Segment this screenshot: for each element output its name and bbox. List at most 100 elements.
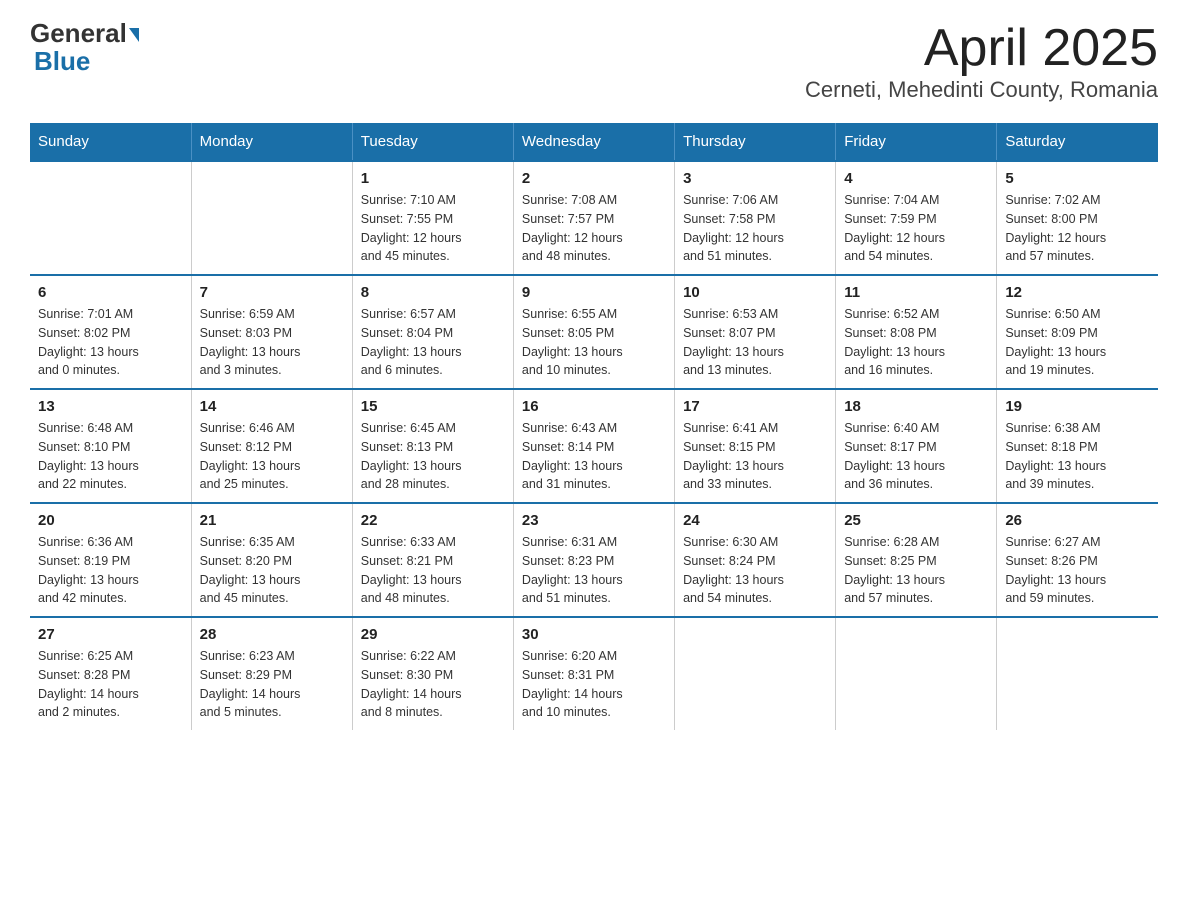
day-info: Sunrise: 7:04 AM Sunset: 7:59 PM Dayligh… [844,191,988,266]
day-info: Sunrise: 7:10 AM Sunset: 7:55 PM Dayligh… [361,191,505,266]
day-of-week-sunday: Sunday [30,123,191,161]
day-of-week-friday: Friday [836,123,997,161]
day-number: 2 [522,170,666,187]
day-number: 10 [683,284,827,301]
calendar-cell: 19 Sunrise: 6:38 AM Sunset: 8:18 PM Dayli… [997,389,1158,503]
day-number: 30 [522,626,666,643]
day-of-week-tuesday: Tuesday [352,123,513,161]
day-info: Sunrise: 6:20 AM Sunset: 8:31 PM Dayligh… [522,647,666,722]
week-row: 20Sunrise: 6:36 AM Sunset: 8:19 PM Dayli… [30,503,1158,617]
calendar-cell [675,617,836,730]
calendar-cell: 20Sunrise: 6:36 AM Sunset: 8:19 PM Dayli… [30,503,191,617]
day-number: 6 [38,284,183,301]
day-number: 24 [683,512,827,529]
day-info: Sunrise: 6:28 AM Sunset: 8:25 PM Dayligh… [844,533,988,608]
day-info: Sunrise: 6:38 AM Sunset: 8:18 PM Dayligh… [1005,419,1150,494]
day-number: 5 [1005,170,1150,187]
calendar-cell: 18Sunrise: 6:40 AM Sunset: 8:17 PM Dayli… [836,389,997,503]
calendar-cell: 15Sunrise: 6:45 AM Sunset: 8:13 PM Dayli… [352,389,513,503]
calendar-cell: 6 Sunrise: 7:01 AM Sunset: 8:02 PM Daylig… [30,275,191,389]
day-number: 18 [844,398,988,415]
day-info: Sunrise: 6:48 AM Sunset: 8:10 PM Dayligh… [38,419,183,494]
day-info: Sunrise: 6:43 AM Sunset: 8:14 PM Dayligh… [522,419,666,494]
page-subtitle: Cerneti, Mehedinti County, Romania [805,77,1158,103]
page-header: General Blue April 2025 Cerneti, Mehedin… [30,20,1158,103]
day-number: 19 [1005,398,1150,415]
calendar-cell: 10 Sunrise: 6:53 AM Sunset: 8:07 PM Dayli… [675,275,836,389]
day-number: 9 [522,284,666,301]
calendar-cell [836,617,997,730]
day-info: Sunrise: 6:31 AM Sunset: 8:23 PM Dayligh… [522,533,666,608]
day-number: 26 [1005,512,1150,529]
day-info: Sunrise: 6:55 AM Sunset: 8:05 PM Dayligh… [522,305,666,380]
day-info: Sunrise: 7:08 AM Sunset: 7:57 PM Dayligh… [522,191,666,266]
day-info: Sunrise: 6:50 AM Sunset: 8:09 PM Dayligh… [1005,305,1150,380]
calendar-cell: 3 Sunrise: 7:06 AM Sunset: 7:58 PM Daylig… [675,161,836,275]
days-of-week-row: SundayMondayTuesdayWednesdayThursdayFrid… [30,123,1158,161]
day-number: 11 [844,284,988,301]
day-of-week-saturday: Saturday [997,123,1158,161]
day-of-week-monday: Monday [191,123,352,161]
day-number: 12 [1005,284,1150,301]
calendar-cell: 28 Sunrise: 6:23 AM Sunset: 8:29 PM Dayli… [191,617,352,730]
calendar-body: 1 Sunrise: 7:10 AM Sunset: 7:55 PM Daylig… [30,161,1158,730]
day-info: Sunrise: 6:27 AM Sunset: 8:26 PM Dayligh… [1005,533,1150,608]
day-number: 20 [38,512,183,529]
day-info: Sunrise: 6:53 AM Sunset: 8:07 PM Dayligh… [683,305,827,380]
day-number: 14 [200,398,344,415]
logo-arrow-icon [129,28,139,42]
calendar-table: SundayMondayTuesdayWednesdayThursdayFrid… [30,123,1158,730]
calendar-cell: 23Sunrise: 6:31 AM Sunset: 8:23 PM Dayli… [513,503,674,617]
calendar-cell: 14Sunrise: 6:46 AM Sunset: 8:12 PM Dayli… [191,389,352,503]
calendar-cell: 12 Sunrise: 6:50 AM Sunset: 8:09 PM Dayli… [997,275,1158,389]
calendar-cell: 1 Sunrise: 7:10 AM Sunset: 7:55 PM Daylig… [352,161,513,275]
calendar-cell: 4Sunrise: 7:04 AM Sunset: 7:59 PM Daylig… [836,161,997,275]
day-number: 16 [522,398,666,415]
calendar-cell: 25 Sunrise: 6:28 AM Sunset: 8:25 PM Dayli… [836,503,997,617]
page-title: April 2025 [805,20,1158,77]
calendar-cell: 24 Sunrise: 6:30 AM Sunset: 8:24 PM Dayli… [675,503,836,617]
week-row: 13 Sunrise: 6:48 AM Sunset: 8:10 PM Dayli… [30,389,1158,503]
day-number: 3 [683,170,827,187]
calendar-cell: 17 Sunrise: 6:41 AM Sunset: 8:15 PM Dayli… [675,389,836,503]
calendar-cell: 29Sunrise: 6:22 AM Sunset: 8:30 PM Dayli… [352,617,513,730]
day-info: Sunrise: 6:57 AM Sunset: 8:04 PM Dayligh… [361,305,505,380]
logo-blue-text: Blue [30,46,90,77]
calendar-cell: 27 Sunrise: 6:25 AM Sunset: 8:28 PM Dayli… [30,617,191,730]
day-info: Sunrise: 6:22 AM Sunset: 8:30 PM Dayligh… [361,647,505,722]
calendar-cell: 2 Sunrise: 7:08 AM Sunset: 7:57 PM Daylig… [513,161,674,275]
day-number: 27 [38,626,183,643]
calendar-cell: 9 Sunrise: 6:55 AM Sunset: 8:05 PM Daylig… [513,275,674,389]
calendar-cell [191,161,352,275]
day-info: Sunrise: 6:33 AM Sunset: 8:21 PM Dayligh… [361,533,505,608]
day-info: Sunrise: 6:41 AM Sunset: 8:15 PM Dayligh… [683,419,827,494]
day-info: Sunrise: 7:01 AM Sunset: 8:02 PM Dayligh… [38,305,183,380]
calendar-cell: 16 Sunrise: 6:43 AM Sunset: 8:14 PM Dayli… [513,389,674,503]
day-info: Sunrise: 6:30 AM Sunset: 8:24 PM Dayligh… [683,533,827,608]
day-number: 25 [844,512,988,529]
week-row: 6 Sunrise: 7:01 AM Sunset: 8:02 PM Daylig… [30,275,1158,389]
day-info: Sunrise: 6:23 AM Sunset: 8:29 PM Dayligh… [200,647,344,722]
day-info: Sunrise: 6:35 AM Sunset: 8:20 PM Dayligh… [200,533,344,608]
day-info: Sunrise: 6:25 AM Sunset: 8:28 PM Dayligh… [38,647,183,722]
calendar-cell [997,617,1158,730]
calendar-cell: 13 Sunrise: 6:48 AM Sunset: 8:10 PM Dayli… [30,389,191,503]
day-number: 28 [200,626,344,643]
day-info: Sunrise: 7:02 AM Sunset: 8:00 PM Dayligh… [1005,191,1150,266]
week-row: 27 Sunrise: 6:25 AM Sunset: 8:28 PM Dayli… [30,617,1158,730]
calendar-cell: 26 Sunrise: 6:27 AM Sunset: 8:26 PM Dayli… [997,503,1158,617]
day-info: Sunrise: 7:06 AM Sunset: 7:58 PM Dayligh… [683,191,827,266]
calendar-cell [30,161,191,275]
calendar-cell: 7Sunrise: 6:59 AM Sunset: 8:03 PM Daylig… [191,275,352,389]
day-of-week-thursday: Thursday [675,123,836,161]
logo: General Blue [30,20,139,77]
day-number: 17 [683,398,827,415]
calendar-header: SundayMondayTuesdayWednesdayThursdayFrid… [30,123,1158,161]
week-row: 1 Sunrise: 7:10 AM Sunset: 7:55 PM Daylig… [30,161,1158,275]
day-info: Sunrise: 6:59 AM Sunset: 8:03 PM Dayligh… [200,305,344,380]
calendar-cell: 22Sunrise: 6:33 AM Sunset: 8:21 PM Dayli… [352,503,513,617]
day-number: 8 [361,284,505,301]
day-number: 13 [38,398,183,415]
day-info: Sunrise: 6:45 AM Sunset: 8:13 PM Dayligh… [361,419,505,494]
day-number: 1 [361,170,505,187]
